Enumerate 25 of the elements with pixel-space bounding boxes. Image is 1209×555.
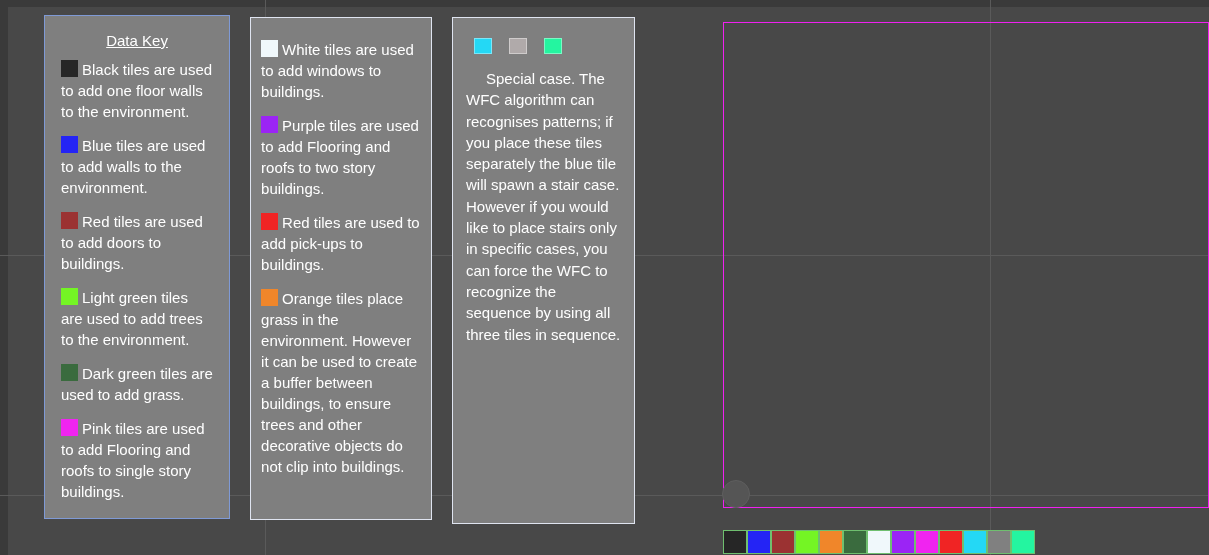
palette-tile[interactable] [915, 530, 939, 554]
palette-tile[interactable] [771, 530, 795, 554]
legend-text: Black tiles are used to add one floor walls to the environment. [61, 61, 213, 120]
palette-tile[interactable] [987, 530, 1011, 554]
legend-text: Blue tiles are used to add walls to the environment. [61, 137, 206, 196]
legend-text: Light green tiles are used to add trees to the environment. [61, 289, 203, 348]
palette-tile[interactable] [867, 530, 891, 554]
palette-tile[interactable] [1011, 530, 1035, 554]
palette-tile[interactable] [891, 530, 915, 554]
palette-tile[interactable] [819, 530, 843, 554]
panel-title: Data Key [106, 31, 168, 51]
palette-tile[interactable] [795, 530, 819, 554]
legend-text: Red tiles are used to add doors to buildings. [61, 213, 203, 272]
legend-text: Red tiles are used to add pick-ups to buildings. [261, 214, 420, 273]
legend-text: Purple tiles are used to add Flooring and roofs to two story buildings. [261, 117, 419, 197]
palette-tile[interactable] [747, 530, 771, 554]
special-case-text: Special case. The WFC algorithm can recognises patterns; if you place these tiles separately the blue tile will spawn a stair case. However if you would like to place stairs only in specific cases, you can force the WFC to recognize the sequence by using all three tiles in sequence. [466, 69, 621, 345]
legend-text: White tiles are used to add windows to buildings. [261, 41, 414, 100]
legend-text: Dark green tiles are used to add grass. [61, 365, 213, 403]
palette-tile[interactable] [723, 530, 747, 554]
palette-tile[interactable] [939, 530, 963, 554]
palette-tile[interactable] [963, 530, 987, 554]
palette-tile[interactable] [843, 530, 867, 554]
legend-text: Pink tiles are used to add Flooring and roofs to single story buildings. [61, 420, 205, 500]
legend-text: Orange tiles place grass in the environment. However it can be used to create a buffer between buildings, to ensure trees and other decorative objects do not clip into buildings. [261, 290, 418, 475]
